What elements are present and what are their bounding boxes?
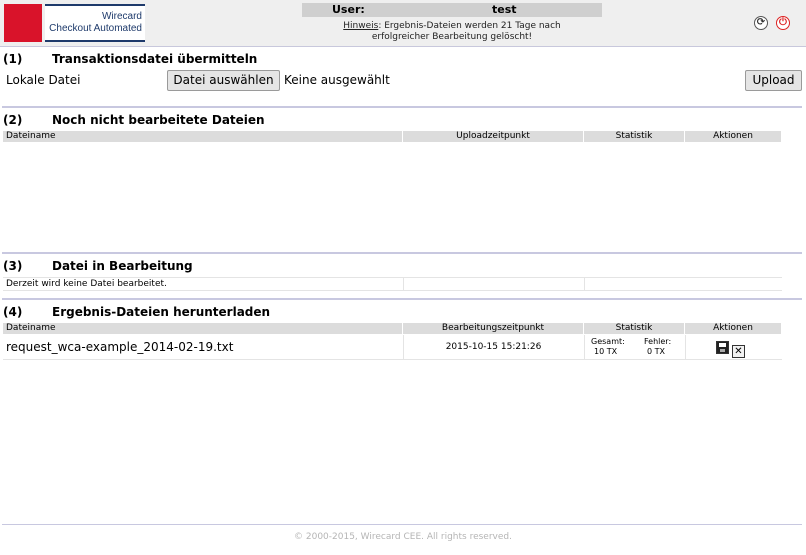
section-3-title: (3) Datei in Bearbeitung (3, 258, 193, 274)
stat-total-value: 10 TX (594, 347, 618, 356)
row-actions: ✕ (716, 339, 748, 358)
section-2-number: (2) (3, 113, 23, 127)
divider (2, 106, 802, 108)
column-header-statistics: Statistik (584, 131, 685, 142)
hint-line2: erfolgreicher Bearbeitung gelöscht! (371, 32, 533, 42)
table-row: request_wca-example_2014-02-19.txt 2015-… (3, 335, 782, 360)
save-icon[interactable] (716, 341, 729, 354)
stat-total: Gesamt: 10 TX (591, 337, 625, 357)
hint-text: Hinweis: Ergebnis-Dateien werden 21 Tage… (302, 21, 602, 43)
section-2-label: Noch nicht bearbeitete Dateien (52, 113, 265, 127)
hint-line1: : Ergebnis-Dateien werden 21 Tage nach (378, 21, 561, 31)
stat-errors-label: Fehler: (644, 337, 672, 346)
cell-divider (584, 278, 585, 290)
cell-divider (403, 278, 404, 290)
processing-empty-text: Derzeit wird keine Datei bearbeitet. (6, 279, 167, 289)
column-header-actions: Aktionen (685, 131, 782, 142)
no-file-text: Keine ausgewählt (284, 73, 390, 87)
local-file-label: Lokale Datei (6, 73, 81, 87)
section-1-title: (1) Transaktionsdatei übermitteln (3, 51, 257, 67)
header-actions: ⟳ ⏻ (751, 12, 790, 31)
section-1-number: (1) (3, 52, 23, 66)
column-header-processing-time: Bearbeitungszeitpunkt (403, 323, 584, 334)
section-4-label: Ergebnis-Dateien herunterladen (52, 305, 271, 319)
stat-errors-value: 0 TX (647, 347, 665, 356)
delete-icon[interactable]: ✕ (732, 345, 745, 358)
refresh-icon[interactable]: ⟳ (753, 15, 768, 30)
cell-divider (685, 335, 686, 359)
stat-total-label: Gesamt: (591, 337, 625, 346)
column-header-upload-time: Uploadzeitpunkt (403, 131, 584, 142)
footer-copyright: © 2000-2015, Wirecard CEE. All rights re… (294, 532, 512, 542)
logo: Wirecard Checkout Automated (45, 4, 145, 42)
user-value: test (492, 3, 517, 16)
column-header-statistics: Statistik (584, 323, 685, 334)
logo-mark (4, 4, 42, 42)
results-table-header: Dateiname Bearbeitungszeitpunkt Statisti… (3, 323, 782, 334)
upload-button[interactable]: Upload (745, 70, 802, 91)
result-filename: request_wca-example_2014-02-19.txt (6, 340, 234, 354)
column-header-filename: Dateiname (3, 323, 403, 334)
cell-divider (584, 335, 585, 359)
power-icon[interactable]: ⏻ (776, 15, 790, 30)
user-label: User: (332, 3, 365, 16)
page-header: Wirecard Checkout Automated User: test H… (0, 0, 806, 47)
footer-divider (2, 524, 802, 525)
section-1-label: Transaktionsdatei übermitteln (52, 52, 258, 66)
column-header-filename: Dateiname (3, 131, 403, 142)
section-4-number: (4) (3, 305, 23, 319)
user-bar: User: test (302, 3, 602, 17)
section-4-title: (4) Ergebnis-Dateien herunterladen (3, 304, 270, 320)
logo-line1: Wirecard (101, 11, 142, 22)
processing-row: Derzeit wird keine Datei bearbeitet. (3, 277, 782, 291)
hint-label: Hinweis (343, 21, 379, 31)
divider (2, 298, 802, 300)
choose-file-button[interactable]: Datei auswählen (167, 70, 280, 91)
section-3-number: (3) (3, 259, 23, 273)
section-3-label: Datei in Bearbeitung (52, 259, 193, 273)
logo-line2: Checkout Automated (49, 23, 142, 34)
section-2-title: (2) Noch nicht bearbeitete Dateien (3, 112, 265, 128)
column-header-actions: Aktionen (685, 323, 782, 334)
pending-table-header: Dateiname Uploadzeitpunkt Statistik Akti… (3, 131, 782, 142)
result-date: 2015-10-15 15:21:26 (445, 342, 542, 352)
divider (2, 252, 802, 254)
stat-errors: Fehler: 0 TX (644, 337, 671, 357)
